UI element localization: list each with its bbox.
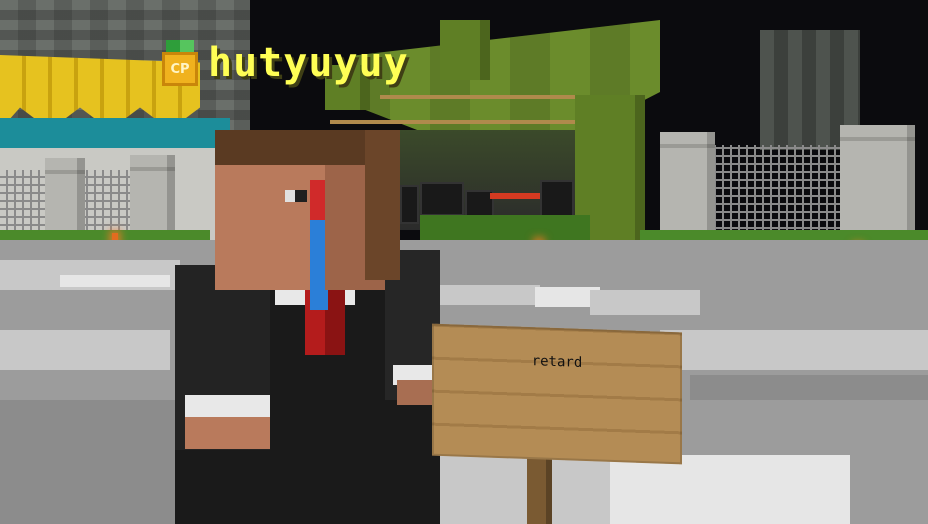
player-hair-side (365, 130, 400, 280)
floor-tile (0, 330, 170, 370)
player-nametag: CP hutyuyuy (160, 38, 409, 88)
floor-tile (600, 455, 850, 524)
gold-medal-icon: CP (160, 40, 200, 86)
floor-tile (690, 375, 928, 400)
moss-block (440, 20, 490, 80)
floor-tile (590, 290, 700, 315)
player-hand-right (397, 380, 433, 405)
floor-tile (430, 285, 540, 305)
player-hand-left (185, 417, 270, 449)
wooden-sign[interactable]: retard (432, 323, 682, 465)
iron-fence-right (700, 145, 860, 235)
floor-tile (660, 330, 928, 370)
game-viewport[interactable]: CP hutyuyuy retard (0, 0, 928, 524)
wooden-fence-rail (330, 120, 590, 124)
red-banner (490, 193, 540, 199)
sign-post (527, 455, 552, 524)
player-character[interactable] (175, 125, 440, 524)
medal-coin: CP (162, 52, 198, 86)
floor-tile (0, 400, 180, 524)
player-name: hutyuyuy (208, 40, 409, 86)
sign-line-1: retard (531, 353, 583, 371)
player-eye (295, 190, 307, 202)
floor-tile (60, 275, 170, 287)
